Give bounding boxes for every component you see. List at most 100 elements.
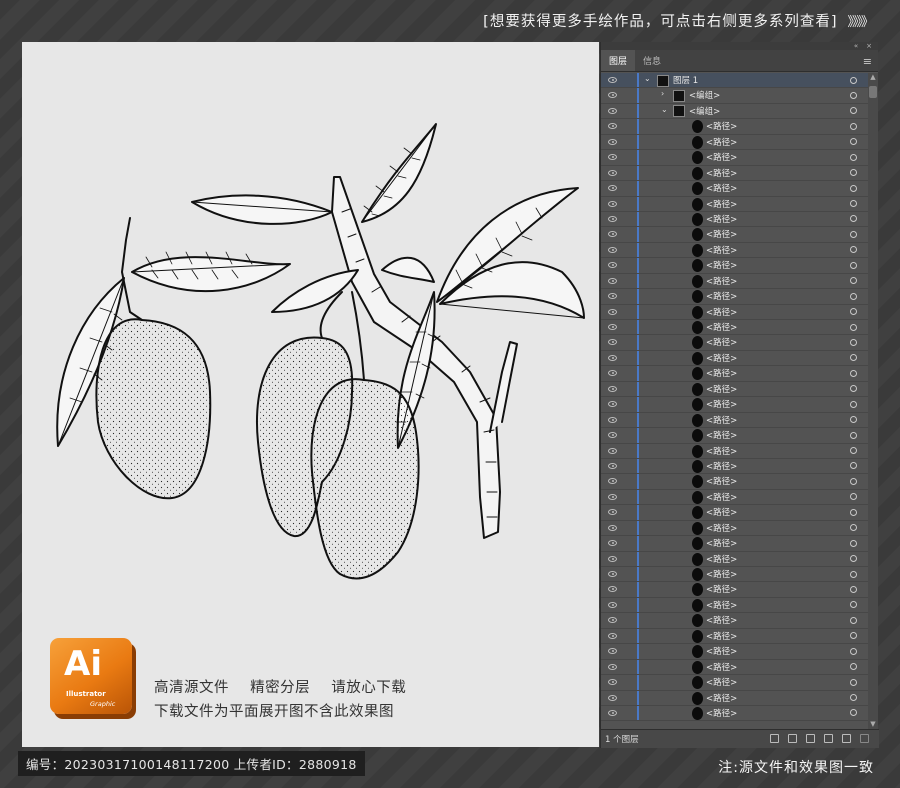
target-circle-icon[interactable] bbox=[850, 107, 857, 115]
target-circle-icon[interactable] bbox=[850, 354, 857, 362]
visibility-eye-icon[interactable] bbox=[608, 540, 617, 547]
collapse-icon[interactable]: « bbox=[854, 42, 858, 50]
target-circle-icon[interactable] bbox=[850, 184, 857, 192]
path-row[interactable]: <路径> bbox=[601, 489, 869, 506]
target-circle-icon[interactable] bbox=[850, 616, 857, 624]
path-row[interactable]: <路径> bbox=[601, 289, 869, 305]
path-row[interactable]: <路径> bbox=[601, 567, 869, 583]
path-row[interactable]: <路径> bbox=[601, 119, 869, 135]
banner-arrows-icon[interactable]: 》》》》 bbox=[847, 11, 873, 30]
path-row[interactable]: <路径> bbox=[601, 366, 869, 382]
target-circle-icon[interactable] bbox=[850, 385, 857, 393]
path-row[interactable]: <路径> bbox=[601, 428, 869, 444]
visibility-eye-icon[interactable] bbox=[608, 154, 617, 161]
target-circle-icon[interactable] bbox=[850, 230, 857, 238]
visibility-eye-icon[interactable] bbox=[608, 601, 617, 608]
visibility-eye-icon[interactable] bbox=[608, 462, 617, 469]
artboard-canvas[interactable]: Ai Illustrator Graphic 高清源文件 精密分层 请放心下载 … bbox=[22, 42, 599, 747]
scroll-thumb[interactable] bbox=[869, 86, 877, 98]
visibility-eye-icon[interactable] bbox=[608, 679, 617, 686]
path-row[interactable]: <路径> bbox=[601, 320, 869, 336]
visibility-eye-icon[interactable] bbox=[608, 632, 617, 639]
visibility-eye-icon[interactable] bbox=[608, 694, 617, 701]
path-row[interactable]: <路径> bbox=[601, 628, 869, 645]
visibility-eye-icon[interactable] bbox=[608, 447, 617, 454]
path-row[interactable]: <路径> bbox=[601, 196, 869, 212]
visibility-eye-icon[interactable] bbox=[608, 107, 617, 114]
visibility-eye-icon[interactable] bbox=[608, 385, 617, 392]
target-circle-icon[interactable] bbox=[850, 215, 857, 223]
visibility-eye-icon[interactable] bbox=[608, 123, 617, 130]
close-icon[interactable]: × bbox=[866, 42, 872, 50]
target-circle-icon[interactable] bbox=[850, 570, 857, 578]
chevron-down-icon[interactable]: ⌄ bbox=[644, 74, 651, 83]
path-row[interactable]: <路径> bbox=[601, 412, 869, 429]
target-circle-icon[interactable] bbox=[850, 91, 857, 99]
target-circle-icon[interactable] bbox=[850, 400, 857, 408]
target-circle-icon[interactable] bbox=[850, 169, 857, 177]
path-row[interactable]: <路径> bbox=[601, 381, 869, 398]
visibility-eye-icon[interactable] bbox=[608, 555, 617, 562]
visibility-eye-icon[interactable] bbox=[608, 401, 617, 408]
visibility-eye-icon[interactable] bbox=[608, 185, 617, 192]
target-circle-icon[interactable] bbox=[850, 678, 857, 686]
path-row[interactable]: <路径> bbox=[601, 397, 869, 413]
target-circle-icon[interactable] bbox=[850, 369, 857, 377]
group-row[interactable]: › <编组> bbox=[601, 88, 869, 104]
tab-info[interactable]: 信息 bbox=[635, 50, 669, 71]
target-circle-icon[interactable] bbox=[850, 292, 857, 300]
target-circle-icon[interactable] bbox=[850, 153, 857, 161]
path-row[interactable]: <路径> bbox=[601, 582, 869, 598]
visibility-eye-icon[interactable] bbox=[608, 77, 617, 83]
visibility-eye-icon[interactable] bbox=[608, 432, 617, 439]
path-row[interactable]: <路径> bbox=[601, 258, 869, 274]
target-circle-icon[interactable] bbox=[850, 246, 857, 254]
target-circle-icon[interactable] bbox=[850, 462, 857, 470]
target-circle-icon[interactable] bbox=[850, 601, 857, 609]
new-sublayer-icon[interactable] bbox=[824, 734, 833, 743]
target-circle-icon[interactable] bbox=[850, 709, 857, 717]
path-row[interactable]: <路径> bbox=[601, 505, 869, 521]
path-row[interactable]: <路径> bbox=[601, 242, 869, 259]
target-circle-icon[interactable] bbox=[850, 308, 857, 316]
clipping-mask-icon[interactable] bbox=[806, 734, 815, 743]
path-row[interactable]: <路径> bbox=[601, 613, 869, 629]
visibility-eye-icon[interactable] bbox=[608, 416, 617, 423]
path-row[interactable]: <路径> bbox=[601, 227, 869, 243]
scroll-up-icon[interactable]: ▲ bbox=[869, 73, 877, 81]
visibility-eye-icon[interactable] bbox=[608, 509, 617, 516]
panel-scrollbar[interactable] bbox=[868, 73, 878, 729]
trash-icon[interactable] bbox=[860, 734, 869, 743]
visibility-eye-icon[interactable] bbox=[608, 709, 617, 716]
target-circle-icon[interactable] bbox=[850, 76, 857, 84]
path-row[interactable]: <路径> bbox=[601, 458, 869, 475]
visibility-eye-icon[interactable] bbox=[608, 493, 617, 500]
target-circle-icon[interactable] bbox=[850, 138, 857, 146]
target-circle-icon[interactable] bbox=[850, 632, 857, 640]
visibility-eye-icon[interactable] bbox=[608, 648, 617, 655]
visibility-eye-icon[interactable] bbox=[608, 169, 617, 176]
target-circle-icon[interactable] bbox=[850, 663, 857, 671]
target-circle-icon[interactable] bbox=[850, 585, 857, 593]
path-row[interactable]: <路径> bbox=[601, 273, 869, 290]
target-circle-icon[interactable] bbox=[850, 261, 857, 269]
target-circle-icon[interactable] bbox=[850, 477, 857, 485]
path-row[interactable]: <路径> bbox=[601, 150, 869, 166]
visibility-eye-icon[interactable] bbox=[608, 231, 617, 238]
path-row[interactable]: <路径> bbox=[601, 551, 869, 567]
search-icon[interactable] bbox=[788, 734, 797, 743]
path-row[interactable]: <路径> bbox=[601, 644, 869, 660]
visibility-eye-icon[interactable] bbox=[608, 277, 617, 284]
visibility-eye-icon[interactable] bbox=[608, 663, 617, 670]
visibility-eye-icon[interactable] bbox=[608, 138, 617, 145]
panel-menu-icon[interactable]: ≡ bbox=[863, 55, 872, 68]
target-circle-icon[interactable] bbox=[850, 416, 857, 424]
path-row[interactable]: <路径> bbox=[601, 536, 869, 552]
target-circle-icon[interactable] bbox=[850, 122, 857, 130]
path-row[interactable]: <路径> bbox=[601, 134, 869, 151]
layers-panel[interactable]: « × 图层 信息 ≡ ⌄ 图层 1 › <编组> ⌄ <编组> <路径> <路… bbox=[600, 42, 879, 748]
path-row[interactable]: <路径> bbox=[601, 443, 869, 459]
target-circle-icon[interactable] bbox=[850, 694, 857, 701]
target-circle-icon[interactable] bbox=[850, 647, 857, 655]
target-circle-icon[interactable] bbox=[850, 524, 857, 532]
